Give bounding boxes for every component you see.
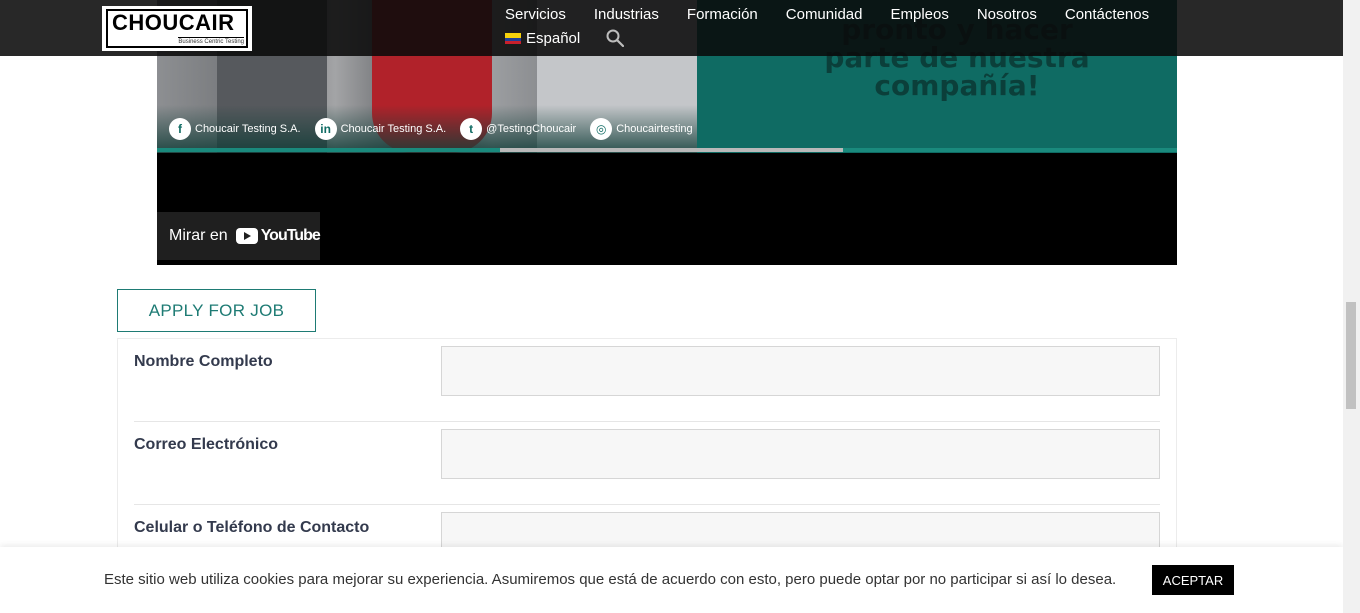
language-label: Español bbox=[526, 30, 581, 47]
video-progress-fill bbox=[500, 148, 843, 152]
instagram-icon: ◎ bbox=[590, 118, 613, 140]
youtube-label: YouTube bbox=[260, 227, 321, 244]
social-label: Choucair Testing S.A. bbox=[340, 123, 447, 135]
youtube-logo: YouTube bbox=[235, 227, 321, 245]
nav-formacion[interactable]: Formación bbox=[687, 6, 758, 23]
label-full-name: Nombre Completo bbox=[134, 353, 273, 370]
logo-brand: CHOUCAIR bbox=[112, 10, 235, 35]
form-row-email: Correo Electrónico bbox=[134, 422, 1160, 505]
social-label: Choucair Testing S.A. bbox=[195, 123, 301, 135]
label-email: Correo Electrónico bbox=[134, 436, 279, 453]
logo-frame: CHOUCAIR Business Centric Testing bbox=[106, 9, 248, 48]
facebook-icon: f bbox=[169, 118, 191, 140]
nav-contactenos[interactable]: Contáctenos bbox=[1065, 6, 1149, 23]
twitter-icon: t bbox=[460, 118, 483, 140]
social-twitter: t @TestingChoucair bbox=[460, 118, 576, 140]
tab-apply-for-job[interactable]: APPLY FOR JOB bbox=[117, 289, 316, 332]
social-links: f Choucair Testing S.A. in Choucair Test… bbox=[169, 118, 693, 140]
accept-cookies-button[interactable]: ACEPTAR bbox=[1152, 565, 1234, 595]
social-linkedin: in Choucair Testing S.A. bbox=[314, 118, 447, 140]
watch-on-youtube-button[interactable]: Mirar en YouTube bbox=[157, 212, 321, 260]
email-input[interactable] bbox=[441, 429, 1160, 479]
scrollbar-thumb[interactable] bbox=[1346, 302, 1356, 409]
page-scrollbar[interactable] bbox=[1343, 0, 1360, 613]
cookie-message: Este sitio web utiliza cookies para mejo… bbox=[104, 571, 1117, 588]
colombia-flag-icon bbox=[505, 33, 521, 44]
social-label: Choucairtesting bbox=[616, 123, 693, 135]
search-icon[interactable] bbox=[606, 29, 624, 47]
linkedin-icon: in bbox=[314, 118, 337, 140]
nav-comunidad[interactable]: Comunidad bbox=[786, 6, 863, 23]
form-row-name: Nombre Completo bbox=[134, 339, 1160, 422]
social-instagram: ◎ Choucairtesting bbox=[590, 118, 693, 140]
label-phone: Celular o Teléfono de Contacto bbox=[134, 519, 370, 536]
youtube-play-icon bbox=[235, 228, 258, 244]
nav-servicios[interactable]: Servicios bbox=[505, 6, 566, 23]
watch-label: Mirar en bbox=[169, 227, 228, 244]
choucair-logo[interactable]: CHOUCAIR Business Centric Testing bbox=[102, 6, 252, 51]
cookie-banner: Este sitio web utiliza cookies para mejo… bbox=[0, 547, 1343, 613]
language-switcher[interactable]: Español bbox=[505, 30, 580, 47]
nav-industrias[interactable]: Industrias bbox=[594, 6, 659, 23]
site-header: CHOUCAIR Business Centric Testing Servic… bbox=[0, 0, 1343, 56]
main-nav: Servicios Industrias Formación Comunidad… bbox=[505, 6, 1149, 23]
video-progress-bar[interactable] bbox=[157, 148, 1177, 152]
nav-nosotros[interactable]: Nosotros bbox=[977, 6, 1037, 23]
social-facebook: f Choucair Testing S.A. bbox=[169, 118, 301, 140]
nav-empleos[interactable]: Empleos bbox=[890, 6, 948, 23]
logo-tagline: Business Centric Testing bbox=[178, 37, 244, 45]
social-label: @TestingChoucair bbox=[486, 123, 577, 135]
full-name-input[interactable] bbox=[441, 346, 1160, 396]
